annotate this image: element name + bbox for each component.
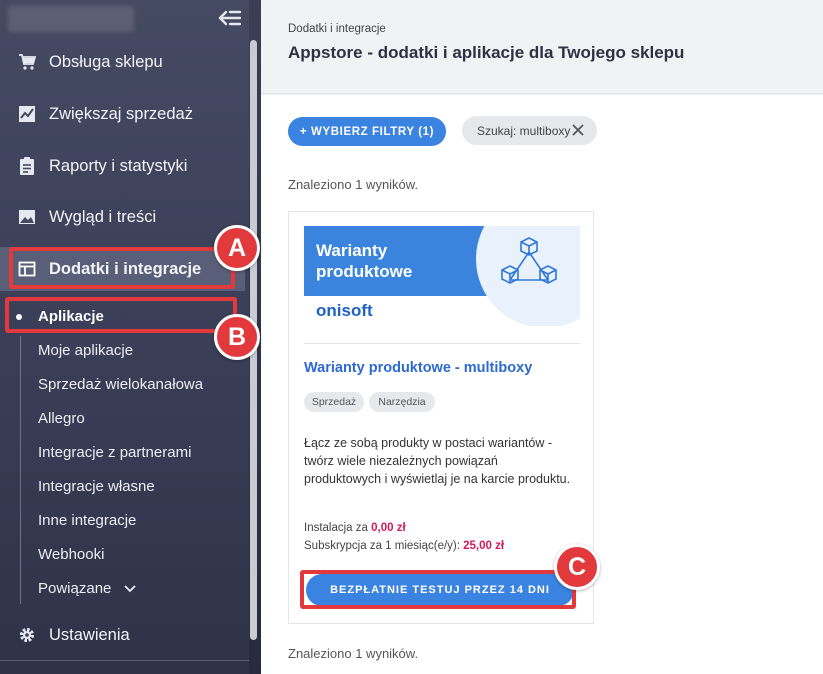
breadcrumb[interactable]: Dodatki i integracje bbox=[288, 23, 386, 35]
install-price-value: 0,00 zł bbox=[371, 522, 406, 534]
app-description: Łącz ze sobą produkty w postaci wariantó… bbox=[304, 436, 571, 486]
app-card[interactable]: Warianty produktowe onisoft Warianty pro… bbox=[288, 211, 594, 624]
sidebar-divider bbox=[0, 660, 249, 661]
banner-line-1: Warianty bbox=[316, 241, 388, 260]
subnav-powiazane-label: Powiązane bbox=[38, 580, 112, 597]
submenu-line bbox=[20, 336, 21, 604]
nav-label: Raporty i statystyki bbox=[49, 156, 188, 175]
clipboard-icon bbox=[18, 157, 36, 175]
search-chip-label: Szukaj: multiboxy bbox=[477, 123, 571, 138]
subnav-integracje-wlasne[interactable]: Integracje własne bbox=[38, 478, 155, 495]
results-count-bottom: Znaleziono 1 wyników. bbox=[288, 646, 419, 661]
nav-item-obsluga-sklepu[interactable]: Obsługa sklepu bbox=[0, 40, 245, 84]
subscription-price-value: 25,00 zł bbox=[463, 540, 505, 552]
store-name-blurred bbox=[8, 6, 134, 32]
cart-icon bbox=[18, 53, 36, 71]
chevron-down-icon bbox=[123, 585, 136, 593]
close-icon[interactable] bbox=[571, 123, 585, 137]
subnav-inne-integracje[interactable]: Inne integracje bbox=[38, 512, 136, 529]
install-price-label: Instalacja za bbox=[304, 522, 368, 534]
subnav-powiazane[interactable]: Powiązane bbox=[38, 580, 136, 597]
nav-item-wyglad[interactable]: Wygląd i treści bbox=[0, 195, 245, 239]
cubes-network-icon bbox=[501, 237, 557, 284]
nav-label: Ustawienia bbox=[49, 625, 130, 644]
app-banner[interactable]: Warianty produktowe onisoft bbox=[304, 226, 580, 326]
banner-title: Warianty produktowe bbox=[316, 240, 412, 282]
annotation-badge-c: C bbox=[554, 544, 600, 590]
choose-filters-button[interactable]: + WYBIERZ FILTRY (1) bbox=[288, 117, 446, 146]
nav-label: Obsługa sklepu bbox=[49, 52, 163, 71]
card-divider bbox=[304, 343, 580, 344]
results-count: Znaleziono 1 wyników. bbox=[288, 177, 419, 192]
main-content: + WYBIERZ FILTRY (1) Szukaj: multiboxy Z… bbox=[261, 95, 823, 674]
search-filter-chip[interactable]: Szukaj: multiboxy bbox=[462, 116, 597, 145]
sidebar-top bbox=[0, 0, 261, 38]
annotation-badge-b: B bbox=[214, 314, 260, 360]
tag-sprzedaz[interactable]: Sprzedaż bbox=[304, 392, 364, 412]
app-title-link[interactable]: Warianty produktowe - multiboxy bbox=[304, 360, 532, 376]
subnav-integracje-partnerami[interactable]: Integracje z partnerami bbox=[38, 444, 191, 461]
vendor-logo: onisoft bbox=[316, 301, 373, 320]
subnav-aplikacje[interactable]: Aplikacje bbox=[38, 308, 104, 325]
nav-label: Dodatki i integracje bbox=[49, 259, 202, 278]
page-title: Appstore - dodatki i aplikacje dla Twoje… bbox=[288, 43, 685, 62]
subnav-moje-aplikacje[interactable]: Moje aplikacje bbox=[38, 342, 133, 359]
tag-narzedzia[interactable]: Narzędzia bbox=[369, 392, 435, 412]
page-header: Dodatki i integracje Appstore - dodatki … bbox=[261, 0, 823, 94]
nav-item-raporty[interactable]: Raporty i statystyki bbox=[0, 144, 245, 188]
subnav-sprzedaz-wielokanalowa[interactable]: Sprzedaż wielokanałowa bbox=[38, 376, 203, 393]
collapse-sidebar-icon[interactable] bbox=[217, 8, 241, 28]
nav-label: Wygląd i treści bbox=[49, 207, 157, 226]
annotation-badge-a: A bbox=[214, 225, 260, 271]
window-icon bbox=[18, 260, 36, 278]
nav-label: Zwiększaj sprzedaż bbox=[49, 104, 193, 123]
banner-line-2: produktowe bbox=[316, 262, 413, 281]
subscription-price-label: Subskrypcja za 1 miesiąc(e/y): bbox=[304, 540, 460, 552]
subnav-webhooki[interactable]: Webhooki bbox=[38, 546, 104, 563]
nav-item-ustawienia[interactable]: Ustawienia bbox=[0, 613, 245, 657]
nav-item-zwiekszaj-sprzedaz[interactable]: Zwiększaj sprzedaż bbox=[0, 92, 245, 136]
active-bullet bbox=[16, 314, 22, 320]
image-icon bbox=[18, 208, 36, 226]
subscription-price: Subskrypcja za 1 miesiąc(e/y): 25,00 zł bbox=[304, 540, 504, 552]
free-trial-button[interactable]: BEZPŁATNIE TESTUJ PRZEZ 14 DNI bbox=[306, 574, 574, 606]
subnav-allegro[interactable]: Allegro bbox=[38, 410, 85, 427]
install-price: Instalacja za 0,00 zł bbox=[304, 522, 406, 534]
gear-icon bbox=[18, 626, 36, 644]
chart-icon bbox=[18, 105, 36, 123]
nav-item-dodatki-integracje[interactable]: Dodatki i integracje bbox=[0, 247, 245, 291]
